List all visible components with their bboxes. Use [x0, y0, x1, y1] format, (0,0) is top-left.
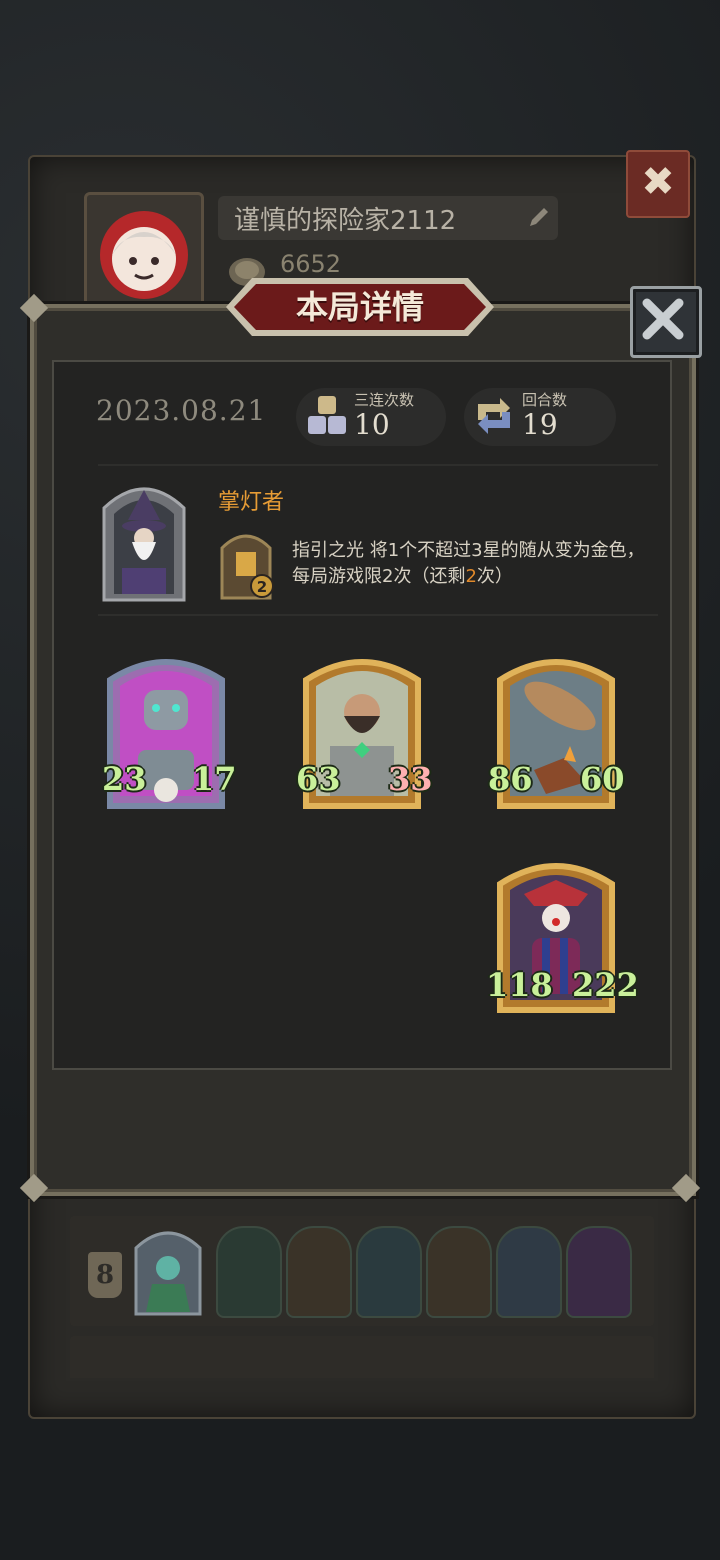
minion-attack: 23 [102, 760, 147, 798]
lantern-skill-icon[interactable]: 2 [218, 528, 274, 600]
profile-close-button[interactable]: ✖ [626, 150, 690, 218]
rounds-value: 19 [522, 408, 558, 441]
history-hero-icon [134, 1231, 202, 1316]
history-rank-badge: 8 [88, 1252, 122, 1298]
history-row[interactable] [70, 1336, 654, 1378]
triple-count-label: 三连次数 [354, 391, 415, 409]
triple-count-value: 10 [354, 408, 390, 441]
minion-card-robot[interactable]: 23 17 [102, 650, 237, 810]
skill-remaining: 2 [465, 566, 477, 587]
minion-card-warrior[interactable]: 63 33 [296, 650, 433, 810]
minion-card-jester[interactable]: 118 222 [486, 854, 639, 1014]
player-name: 谨慎的探险家2112 [234, 206, 457, 236]
hero-skill-description: 指引之光 将1个不超过3星的随从变为金色，每局游戏限2次（还剩2次） [292, 538, 652, 590]
minion-health: 17 [192, 760, 237, 798]
history-minion-card [566, 1226, 632, 1318]
rounds-label: 回合数 [522, 391, 568, 409]
edit-name-icon[interactable] [526, 204, 552, 230]
svg-text:2: 2 [257, 578, 267, 596]
close-icon [642, 298, 684, 340]
modal-close-button[interactable] [630, 286, 702, 358]
coin-value: 6652 [280, 250, 342, 278]
hero-portrait-lamplighter [102, 487, 186, 602]
minion-attack: 86 [488, 760, 533, 798]
player-avatar [84, 192, 204, 308]
minion-health: 222 [572, 966, 639, 1004]
divider [98, 614, 658, 616]
history-minion-card [426, 1226, 492, 1318]
minion-attack: 63 [296, 760, 341, 798]
modal-title: 本局详情 [295, 288, 424, 326]
divider [98, 464, 658, 466]
hero-name: 掌灯者 [218, 490, 285, 515]
minion-health: 33 [388, 760, 433, 798]
history-minion-card [356, 1226, 422, 1318]
history-minion-card [216, 1226, 282, 1318]
skill-desc-end: 次） [476, 566, 513, 587]
rounds-icon [478, 398, 510, 434]
minion-health: 60 [580, 760, 625, 798]
skill-name: 指引之光 [292, 540, 364, 561]
history-minion-card [286, 1226, 352, 1318]
match-history-list[interactable]: 8 [70, 1212, 654, 1378]
history-minion-card [496, 1226, 562, 1318]
triple-icon [308, 396, 346, 434]
minion-attack: 118 [486, 966, 553, 1004]
match-date: 2023.08.21 [96, 394, 267, 427]
minion-card-airship[interactable]: 86 60 [488, 650, 625, 810]
